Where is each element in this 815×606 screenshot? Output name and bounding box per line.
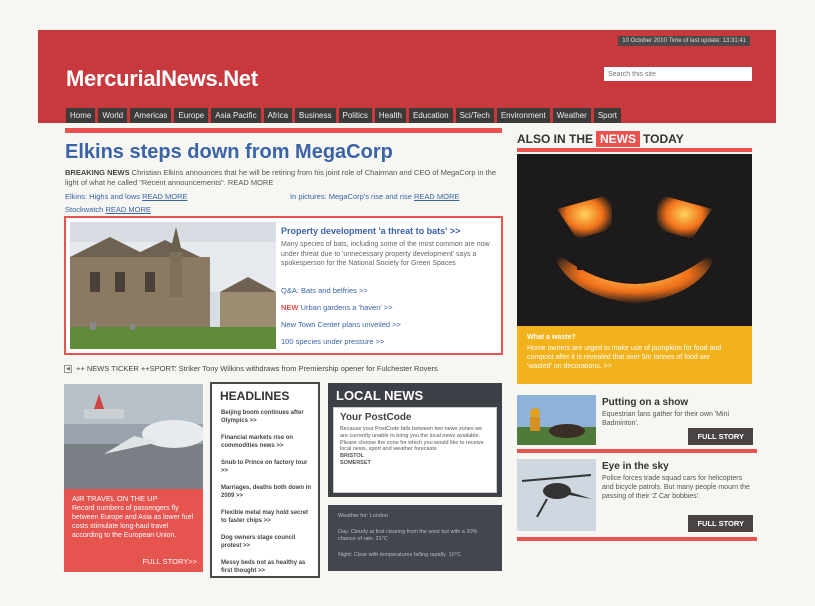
feature-link[interactable]: New Town Center plans unveiled >> — [281, 320, 401, 329]
airplane-image — [64, 384, 203, 489]
headline-item[interactable]: Financial markets rise on commodities ne… — [221, 435, 313, 450]
weather-title: Weather for: London — [338, 513, 389, 519]
lead-paragraph: BREAKING NEWS Christian Elkins announces… — [65, 168, 505, 188]
news-ticker: ◀ ++ NEWS TICKER ++SPORT: Striker Tony W… — [64, 363, 503, 374]
local-news-box: LOCAL NEWS Your PostCode Because your Po… — [328, 383, 502, 497]
equestrian-image[interactable] — [517, 395, 596, 445]
headlines-title: HEADLINES — [220, 389, 290, 403]
ticker-text[interactable]: ++ NEWS TICKER ++SPORT: Striker Tony Wil… — [76, 364, 438, 373]
air-title: AIR TRAVEL ON THE UP — [72, 494, 158, 503]
feature-link-text: Urban gardens a 'haven' >> — [298, 303, 393, 312]
weather-day: Day: Cloudy at first clearing from the w… — [338, 529, 478, 542]
also-in-news-heading: ALSO IN THE NEWS TODAY — [517, 131, 684, 147]
full-story-link[interactable]: FULL STORY>> — [143, 557, 197, 566]
read-more-link[interactable]: READ MORE — [414, 192, 459, 201]
story-title[interactable]: Eye in the sky — [602, 461, 669, 472]
site-logo[interactable]: MercurialNews.Net — [66, 66, 258, 92]
nav-politics[interactable]: Politics — [338, 108, 372, 123]
lead-text: Christian Elkins announces that he will … — [65, 168, 497, 187]
feature-title[interactable]: Property development 'a threat to bats' … — [281, 226, 460, 236]
weather-night: Night: Clear with temperatures falling r… — [338, 552, 461, 558]
divider — [517, 148, 752, 152]
headline-item[interactable]: Flexible metal may hold secret to faster… — [221, 510, 313, 525]
also-suffix: TODAY — [643, 132, 684, 146]
air-text: Record numbers of passengers fly between… — [72, 505, 194, 539]
headline-item[interactable]: Snub to Prince on factory tour >> — [221, 460, 313, 475]
headline-item[interactable]: Dog owners stage council protest >> — [221, 535, 313, 550]
full-story-button[interactable]: FULL STORY — [688, 515, 753, 532]
feature-link[interactable]: Q&A: Bats and belfries >> — [281, 286, 368, 295]
site-header: 10 October 2010 Time of last update: 13:… — [38, 30, 776, 123]
search-input[interactable] — [604, 67, 752, 81]
zone-bristol[interactable]: BRISTOL — [340, 453, 364, 459]
new-badge: NEW — [281, 303, 299, 312]
full-story-button[interactable]: FULL STORY — [688, 428, 753, 445]
nav-africa[interactable]: Africa — [263, 108, 293, 123]
nav-sport[interactable]: Sport — [593, 108, 621, 123]
sublink-text: Stockwatch — [65, 205, 106, 214]
sublink-pictures: In pictures: MegaCorp's rise and rise RE… — [290, 192, 459, 201]
nav-scitech[interactable]: Sci/Tech — [455, 108, 494, 123]
headlines-box: HEADLINES Beijing boom continues after O… — [210, 382, 320, 578]
pumpkin-story[interactable]: What a waste? Home owners are urged to m… — [517, 154, 752, 384]
story-text: Equestrian fans gather for their own 'Mi… — [602, 411, 730, 427]
main-headline[interactable]: Elkins steps down from MegaCorp — [65, 141, 393, 164]
ticker-prev-icon[interactable]: ◀ — [64, 364, 72, 373]
divider — [517, 449, 757, 453]
headline-item[interactable]: Beijing boom continues after Olympics >> — [221, 410, 313, 425]
headline-item[interactable]: Messy beds not as healthy as first thoug… — [221, 560, 313, 575]
postcode-title: Your PostCode — [340, 412, 412, 423]
nav-weather[interactable]: Weather — [552, 108, 591, 123]
nav-europe[interactable]: Europe — [174, 108, 209, 123]
helicopter-image[interactable] — [517, 459, 596, 531]
sublink-text: Elkins: Highs and lows — [65, 192, 143, 201]
read-more-link[interactable]: READ MORE — [142, 192, 187, 201]
nav-asia-pacific[interactable]: Asia Pacific — [211, 108, 261, 123]
feature-link[interactable]: NEW Urban gardens a 'haven' >> — [281, 303, 393, 312]
feature-link[interactable]: 100 species under pressure >> — [281, 337, 384, 346]
pumpkin-title: What a waste? — [527, 334, 576, 341]
nav-education[interactable]: Education — [408, 108, 453, 123]
zone-somerset[interactable]: SOMERSET — [340, 460, 371, 466]
postcode-description: Because your PostCode falls between two … — [340, 426, 484, 453]
postcode-panel: Your PostCode Because your PostCode fall… — [333, 407, 497, 493]
nav-health[interactable]: Health — [374, 108, 406, 123]
pumpkin-text: Home owners are urged to make use of pum… — [527, 345, 722, 370]
also-prefix: ALSO IN THE — [517, 132, 594, 146]
nav-world[interactable]: World — [98, 108, 128, 123]
nav-environment[interactable]: Environment — [496, 108, 550, 123]
side-story-sky: Eye in the sky Police forces trade squad… — [517, 459, 757, 532]
dateline: 10 October 2010 Time of last update: 13:… — [618, 36, 750, 46]
weather-box: Weather for: London Day: Cloudy at first… — [328, 505, 502, 571]
headline-item[interactable]: Marriages, deaths both down in 2009 >> — [221, 485, 313, 500]
feature-text: Many species of bats, including some of … — [281, 241, 490, 267]
news-badge: NEWS — [596, 131, 641, 147]
feature-story: Property development 'a threat to bats' … — [64, 216, 503, 355]
nav-home[interactable]: Home — [66, 108, 96, 123]
sublink-text: In pictures: MegaCorp's rise and rise — [290, 192, 414, 201]
pumpkin-caption: What a waste? Home owners are urged to m… — [517, 326, 752, 384]
side-story-show: Putting on a show Equestrian fans gather… — [517, 395, 757, 451]
breaking-news-label: BREAKING NEWS — [65, 168, 130, 177]
postcode-text: Because your PostCode falls between two … — [340, 426, 490, 467]
story-text: Police forces trade squad cars for helic… — [602, 475, 750, 500]
sublink-highs: Elkins: Highs and lows READ MORE — [65, 192, 188, 201]
church-image[interactable] — [70, 222, 276, 349]
divider — [517, 537, 757, 541]
nav-americas[interactable]: Americas — [130, 108, 172, 123]
divider — [65, 128, 502, 133]
sublink-stockwatch: Stockwatch READ MORE — [65, 205, 151, 214]
air-travel-story[interactable]: AIR TRAVEL ON THE UP Record numbers of p… — [64, 384, 203, 572]
main-nav: Home World Americas Europe Asia Pacific … — [66, 108, 621, 123]
local-news-title: LOCAL NEWS — [336, 388, 424, 403]
read-more-link[interactable]: READ MORE — [105, 205, 150, 214]
nav-business[interactable]: Business — [295, 108, 336, 123]
story-title[interactable]: Putting on a show — [602, 397, 688, 408]
